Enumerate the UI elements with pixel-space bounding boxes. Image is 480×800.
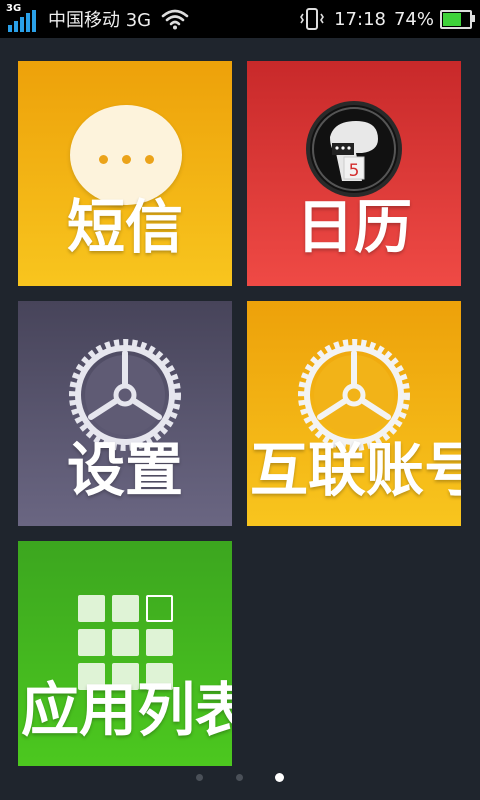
tile-app-list[interactable]: 应用列表: [18, 541, 232, 766]
home-screen: 3G 中国移动 3G 17:18 74% 短信 5 日历 设置 互联账号 应用列…: [0, 0, 480, 800]
tile-label: 应用列表: [21, 676, 232, 744]
vibrate-icon: [300, 8, 325, 30]
tile-label: 短信: [66, 193, 183, 261]
clock: 17:18: [334, 8, 386, 30]
gear-icon: [69, 339, 181, 451]
page-indicator: [0, 772, 480, 784]
tile-calendar[interactable]: 5 日历: [247, 61, 461, 286]
wifi-icon: [161, 9, 189, 30]
tile-label: 设置: [66, 436, 183, 504]
tile-label: 日历: [295, 193, 412, 261]
page-dot-active[interactable]: [275, 773, 284, 782]
signal-icon: 3G: [6, 3, 38, 32]
message-bubble-icon: [70, 105, 182, 205]
page-dot[interactable]: [196, 774, 203, 781]
tile-messages[interactable]: 短信: [18, 61, 232, 286]
battery-percent: 74%: [393, 8, 434, 30]
status-bar: 3G 中国移动 3G 17:18 74%: [0, 0, 480, 38]
battery-icon: [440, 9, 475, 29]
calendar-icon: 5: [306, 101, 402, 197]
tile-label: 互联账号: [250, 436, 461, 504]
page-dot[interactable]: [236, 774, 243, 781]
tile-accounts[interactable]: 互联账号: [247, 301, 461, 526]
gear-icon: [298, 339, 410, 451]
tile-settings[interactable]: 设置: [18, 301, 232, 526]
calendar-day-number: 5: [349, 161, 360, 181]
carrier-name: 中国移动 3G: [48, 10, 152, 31]
